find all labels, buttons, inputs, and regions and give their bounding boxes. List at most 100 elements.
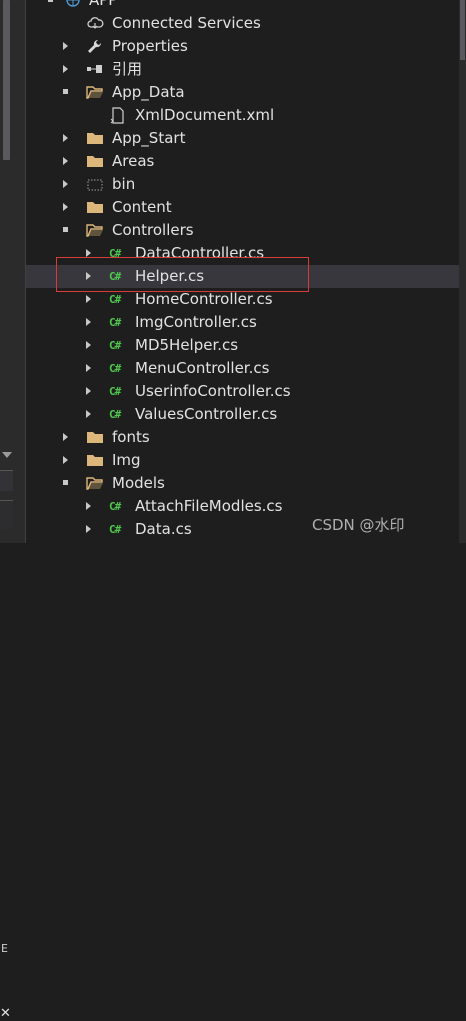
collapsed-arrow-icon[interactable] [82, 357, 96, 380]
globe-icon [64, 0, 82, 9]
collapsed-arrow-icon[interactable] [82, 495, 96, 518]
folder-open-icon [86, 222, 104, 239]
references-icon [86, 61, 104, 78]
collapsed-arrow-icon[interactable] [82, 403, 96, 426]
tree-item-app-start[interactable]: App_Start [26, 127, 459, 150]
tree-item-bin[interactable]: bin [26, 173, 459, 196]
tree-item-label: Content [112, 198, 172, 216]
csharp-file-icon: C# [109, 385, 121, 398]
tree-vertical-scrollbar[interactable] [459, 0, 466, 543]
csharp-file-icon: C# [109, 316, 121, 329]
tree-item-valuescontroller-cs[interactable]: C# ValuesController.cs [26, 403, 459, 426]
tree-item-xmldocument-xml[interactable]: XmlDocument.xml [26, 104, 459, 127]
expanded-arrow-icon[interactable] [59, 472, 73, 495]
collapsed-arrow-icon[interactable] [82, 380, 96, 403]
csharp-file-icon: C# [109, 293, 121, 306]
csharp-file-icon: C# [109, 247, 121, 260]
tree-item-fonts[interactable]: fonts [26, 426, 459, 449]
tree-item-references[interactable]: 引用 [26, 58, 459, 81]
left-scrollbar-thumb[interactable] [3, 0, 10, 160]
collapsed-arrow-icon[interactable] [59, 58, 73, 81]
tree-item-md5helper-cs[interactable]: C# MD5Helper.cs [26, 334, 459, 357]
collapsed-arrow-icon[interactable] [82, 288, 96, 311]
collapsed-arrow-icon[interactable] [59, 35, 73, 58]
expanded-arrow-icon[interactable] [59, 219, 73, 242]
tree-item-label: UserinfoController.cs [135, 382, 291, 400]
tree-item-menucontroller-cs[interactable]: C# MenuController.cs [26, 357, 459, 380]
folder-icon [86, 153, 104, 170]
scroll-down-arrow-icon[interactable] [2, 452, 12, 458]
tree-scrollbar-thumb[interactable] [460, 0, 465, 60]
collapsed-arrow-icon[interactable] [59, 196, 73, 219]
tree-item-label: Controllers [112, 221, 194, 239]
csharp-file-icon: C# [109, 339, 121, 352]
folder-icon [86, 130, 104, 147]
left-rail-close-button[interactable]: ✕ [0, 500, 13, 1021]
expanded-arrow-icon[interactable] [59, 81, 73, 104]
tree-item-label: HomeController.cs [135, 290, 273, 308]
collapsed-arrow-icon[interactable] [82, 334, 96, 357]
csharp-file-icon: C# [109, 523, 121, 536]
tree-item-imgcontroller-cs[interactable]: C# ImgController.cs [26, 311, 459, 334]
tree-item-userinfocontroller-cs[interactable]: C# UserinfoController.cs [26, 380, 459, 403]
tree-item-label: Models [112, 474, 165, 492]
collapsed-arrow-icon[interactable] [59, 150, 73, 173]
watermark: CSDN @水印 [312, 516, 405, 534]
folder-icon [86, 199, 104, 216]
tree-item-helper-cs[interactable]: C# Helper.cs [26, 265, 459, 288]
tree-item-label: App_Start [112, 129, 186, 147]
collapsed-arrow-icon[interactable] [59, 426, 73, 449]
tree-item-img[interactable]: Img [26, 449, 459, 472]
tree-item-label: XmlDocument.xml [135, 106, 275, 124]
left-rail-tab[interactable]: E [0, 470, 13, 955]
tree-item-label: bin [112, 175, 136, 193]
folder-icon [86, 452, 104, 469]
tree-item-homecontroller-cs[interactable]: C# HomeController.cs [26, 288, 459, 311]
tree-item-label: ValuesController.cs [135, 405, 278, 423]
tree-item-label: fonts [112, 428, 150, 446]
tree-item-label: Properties [112, 37, 188, 55]
expanded-arrow-icon[interactable] [44, 0, 58, 12]
xml-file-icon [109, 107, 127, 124]
wrench-icon [86, 38, 104, 55]
tree-item-label: Connected Services [112, 14, 261, 32]
tree-item-content[interactable]: Content [26, 196, 459, 219]
tree-item-models[interactable]: Models [26, 472, 459, 495]
collapsed-arrow-icon[interactable] [82, 518, 96, 541]
tree-item-label: Helper.cs [135, 267, 205, 285]
tree-item-label: Img [112, 451, 141, 469]
left-rail-partial-label: E [1, 942, 8, 955]
tree-item-label: MD5Helper.cs [135, 336, 239, 354]
collapsed-arrow-icon[interactable] [59, 127, 73, 150]
tree-item-label: AttachFileModles.cs [135, 497, 283, 515]
tree-item-areas[interactable]: Areas [26, 150, 459, 173]
collapsed-arrow-icon[interactable] [82, 265, 96, 288]
collapsed-arrow-icon[interactable] [59, 173, 73, 196]
tree-item-label: App_Data [112, 83, 185, 101]
tree-item-properties[interactable]: Properties [26, 35, 459, 58]
solution-explorer-tree: APP Connected Services Properties 引用 App_Dat… [26, 0, 459, 543]
tree-gutter [13, 0, 26, 543]
folder-icon [86, 429, 104, 446]
tree-item-datacontroller-cs[interactable]: C# DataController.cs [26, 242, 459, 265]
left-panel-strip: E ✕ [0, 0, 13, 1021]
tree-item-label: ImgController.cs [135, 313, 257, 331]
tree-item-controllers[interactable]: Controllers [26, 219, 459, 242]
csharp-file-icon: C# [109, 500, 121, 513]
csharp-file-icon: C# [109, 408, 121, 421]
tree-item-app-data[interactable]: App_Data [26, 81, 459, 104]
close-icon: ✕ [0, 1006, 11, 1021]
folder-open-icon [86, 84, 104, 101]
cloud-icon [86, 15, 104, 32]
collapsed-arrow-icon[interactable] [82, 242, 96, 265]
tree-item-label: MenuController.cs [135, 359, 270, 377]
tree-item-label: Data.cs [135, 520, 192, 538]
tree-item-project-app[interactable]: APP [26, 0, 459, 12]
collapsed-arrow-icon[interactable] [82, 311, 96, 334]
csharp-file-icon: C# [109, 362, 121, 375]
collapsed-arrow-icon[interactable] [59, 449, 73, 472]
folder-dashed-icon [86, 176, 104, 193]
tree-item-label: Areas [112, 152, 155, 170]
tree-item-label: 引用 [112, 60, 143, 78]
tree-item-connected-services[interactable]: Connected Services [26, 12, 459, 35]
